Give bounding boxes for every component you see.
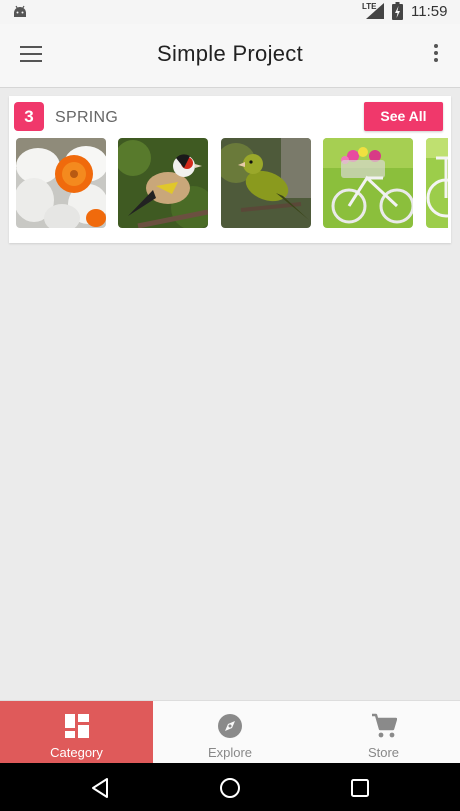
- tab-explore[interactable]: Explore: [153, 701, 307, 764]
- tab-store-label: Store: [367, 745, 400, 760]
- bicycle-flowers-image: [323, 138, 414, 228]
- overflow-menu-icon[interactable]: [428, 44, 444, 68]
- bicycle-meadow-image: [425, 138, 448, 228]
- see-all-button[interactable]: See All: [364, 102, 443, 131]
- section-title: SPRING: [55, 109, 119, 126]
- grid-icon: [64, 714, 89, 738]
- thumbnail-daffodil[interactable]: [16, 138, 106, 228]
- page-title: Simple Project: [156, 41, 304, 66]
- signal-icon: [366, 3, 384, 19]
- bottom-navigation: Category Explore Store: [0, 700, 460, 764]
- cart-icon: [371, 713, 397, 738]
- home-icon[interactable]: [219, 777, 241, 799]
- goldfinch-image: [118, 138, 209, 228]
- android-icon: [14, 5, 26, 17]
- back-icon[interactable]: [89, 777, 111, 799]
- thumbnail-strip[interactable]: [16, 138, 448, 229]
- system-navigation-bar: [0, 763, 460, 811]
- thumbnail-greenfinch[interactable]: [220, 138, 311, 228]
- tab-category-label: Category: [50, 745, 103, 760]
- thumbnail-goldfinch[interactable]: [118, 138, 209, 228]
- tab-store[interactable]: Store: [307, 701, 460, 764]
- status-bar: LTE 11:59: [0, 0, 460, 24]
- thumbnail-bicycle-meadow[interactable]: [425, 138, 448, 228]
- category-card: 3 SPRING See All: [9, 96, 451, 243]
- compass-icon: [218, 714, 242, 738]
- thumbnail-bicycle-flowers[interactable]: [323, 138, 414, 228]
- app-bar: Simple Project: [0, 24, 460, 88]
- greenfinch-image: [220, 138, 311, 228]
- tab-category[interactable]: Category: [0, 701, 153, 764]
- daffodil-image: [16, 138, 106, 228]
- tab-explore-label: Explore: [207, 745, 253, 760]
- recents-icon[interactable]: [349, 777, 371, 799]
- clock: 11:59: [411, 3, 448, 20]
- battery-charging-icon: [392, 2, 403, 20]
- count-badge: 3: [14, 102, 44, 131]
